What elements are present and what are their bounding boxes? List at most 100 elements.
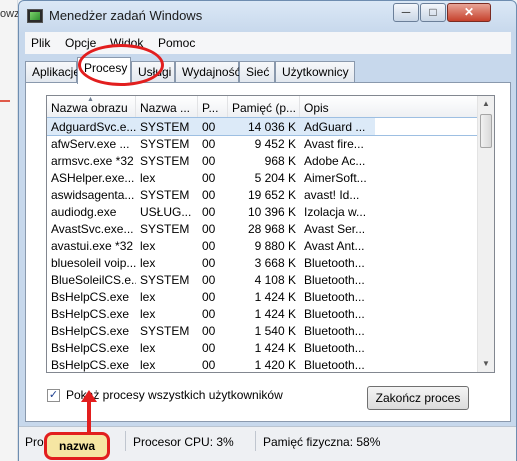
show-all-users-label[interactable]: Pokaż procesy wszystkich użytkowników [66, 388, 283, 402]
cell-memory: 1 424 K [254, 341, 296, 355]
cell-cpu: 00 [202, 171, 216, 185]
cell-image: avastui.exe *32 [51, 239, 134, 253]
table-row[interactable]: AdguardSvc.e... SYSTEM 00 14 036 K AdGua… [47, 117, 479, 136]
cell-user: SYSTEM [136, 118, 198, 135]
column-description[interactable]: Opis [300, 96, 478, 118]
table-row[interactable]: BsHelpCS.exe lex 00 1 424 K Bluetooth... [47, 288, 478, 305]
minimize-button[interactable]: ─ [393, 3, 419, 22]
column-user-name[interactable]: Nazwa ... [136, 96, 198, 118]
cell-image: audiodg.exe [51, 205, 117, 219]
cell-cpu: 00 [202, 273, 216, 287]
table-row[interactable]: armsvc.exe *32 SYSTEM 00 968 K Adobe Ac.… [47, 152, 478, 169]
background-text-fragment: owz [0, 8, 20, 20]
process-table: Nazwa obrazu ▲ Nazwa ... P... Pamięć (p.… [46, 95, 495, 373]
cell-memory: 10 396 K [247, 205, 296, 219]
scroll-up-icon[interactable]: ▲ [478, 96, 494, 112]
tab-strip: Aplikacje Procesy Usługi Wydajność Sieć … [25, 57, 511, 84]
arrow-shaft [87, 400, 91, 436]
callout-label: nazwa [44, 432, 110, 460]
end-process-button[interactable]: Zakończ proces [367, 386, 469, 410]
cell-memory: 1 424 K [254, 290, 296, 304]
cell-description: Bluetooth... [304, 358, 365, 372]
cell-user: SYSTEM [140, 137, 190, 151]
scrollbar-thumb[interactable] [480, 114, 492, 148]
status-cpu: Procesor CPU: 3% [133, 435, 234, 449]
menu-file[interactable]: Plik [31, 36, 50, 50]
cell-description: AdGuard ... [300, 118, 375, 135]
cell-user: SYSTEM [140, 154, 190, 168]
cell-image: armsvc.exe *32 [51, 154, 134, 168]
tab-applications[interactable]: Aplikacje [25, 61, 80, 83]
table-row[interactable]: bluesoleil voip... lex 00 3 668 K Blueto… [47, 254, 478, 271]
show-all-users-checkbox[interactable]: ✓ [47, 389, 60, 402]
cell-image: aswidsagenta... [51, 188, 135, 202]
close-button[interactable]: ✕ [447, 3, 491, 22]
cell-description: Bluetooth... [304, 324, 365, 338]
cell-memory: 14 036 K [228, 118, 300, 135]
cell-user: lex [140, 307, 156, 321]
cell-image: AvastSvc.exe... [51, 222, 134, 236]
tab-performance[interactable]: Wydajność [175, 61, 241, 83]
cell-description: Izolacja w... [304, 205, 367, 219]
scroll-down-icon[interactable]: ▼ [478, 356, 494, 372]
table-row[interactable]: audiodg.exe USŁUG... 00 10 396 K Izolacj… [47, 203, 478, 220]
vertical-scrollbar[interactable]: ▲ ▼ [477, 96, 494, 372]
cell-image: BlueSoleilCS.e... [51, 273, 136, 287]
cell-description: Bluetooth... [304, 290, 365, 304]
table-row[interactable]: afwServ.exe ... SYSTEM 00 9 452 K Avast … [47, 135, 478, 152]
column-memory[interactable]: Pamięć (p... [228, 96, 300, 118]
table-row[interactable]: BsHelpCS.exe SYSTEM 00 1 540 K Bluetooth… [47, 322, 478, 339]
processes-panel: Nazwa obrazu ▲ Nazwa ... P... Pamięć (p.… [25, 82, 511, 422]
title-bar[interactable]: Menedżer zadań Windows ─ □ ✕ [19, 1, 516, 31]
table-row[interactable]: avastui.exe *32 lex 00 9 880 K Avast Ant… [47, 237, 478, 254]
cell-memory: 1 540 K [254, 324, 296, 338]
table-row[interactable]: AvastSvc.exe... SYSTEM 00 28 968 K Avast… [47, 220, 478, 237]
cell-cpu: 00 [202, 188, 216, 202]
cell-memory: 968 K [264, 154, 296, 168]
cell-cpu: 00 [202, 222, 216, 236]
cell-image: BsHelpCS.exe [51, 358, 130, 372]
cell-memory: 19 652 K [247, 188, 296, 202]
tab-users[interactable]: Użytkownicy [275, 61, 355, 83]
cell-memory: 9 452 K [254, 137, 296, 151]
table-row[interactable]: BlueSoleilCS.e... SYSTEM 00 4 108 K Blue… [47, 271, 478, 288]
cell-image: BsHelpCS.exe [51, 341, 130, 355]
table-row[interactable]: aswidsagenta... SYSTEM 00 19 652 K avast… [47, 186, 478, 203]
cell-cpu: 00 [202, 290, 216, 304]
status-divider [255, 431, 256, 451]
cell-memory: 28 968 K [247, 222, 296, 236]
cell-memory: 5 204 K [254, 171, 296, 185]
cell-user: SYSTEM [140, 222, 190, 236]
task-manager-icon [27, 9, 43, 23]
sort-ascending-icon: ▲ [87, 96, 94, 103]
cell-user: USŁUG... [140, 205, 192, 219]
menu-bar: Plik Opcje Widok Pomoc [25, 32, 511, 54]
cell-memory: 9 880 K [254, 239, 296, 253]
tab-network[interactable]: Sieć [239, 61, 275, 83]
cell-user: lex [140, 290, 156, 304]
tab-processes[interactable]: Procesy [77, 57, 131, 84]
cell-image: AdguardSvc.e... [47, 118, 136, 135]
cell-user: lex [140, 239, 156, 253]
background-window-strip: owz [0, 0, 20, 461]
table-row[interactable]: BsHelpCS.exe lex 00 1 424 K Bluetooth... [47, 339, 478, 356]
table-header: Nazwa obrazu ▲ Nazwa ... P... Pamięć (p.… [47, 96, 478, 118]
menu-view[interactable]: Widok [110, 36, 143, 50]
cell-cpu: 00 [202, 358, 216, 372]
menu-help[interactable]: Pomoc [158, 36, 195, 50]
cell-description: Avast Ser... [304, 222, 366, 236]
cell-image: bluesoleil voip... [51, 256, 136, 270]
cell-cpu: 00 [202, 154, 216, 168]
table-row[interactable]: BsHelpCS.exe lex 00 1 424 K Bluetooth... [47, 305, 478, 322]
status-memory: Pamięć fizyczna: 58% [263, 435, 381, 449]
column-cpu[interactable]: P... [198, 96, 228, 118]
cell-user: SYSTEM [140, 188, 190, 202]
cell-cpu: 00 [202, 341, 216, 355]
cell-description: Avast fire... [304, 137, 364, 151]
table-row[interactable]: BsHelpCS.exe lex 00 1 420 K Bluetooth... [47, 356, 478, 372]
cell-memory: 4 108 K [254, 273, 296, 287]
tab-services[interactable]: Usługi [131, 61, 175, 83]
maximize-button[interactable]: □ [420, 3, 446, 22]
table-row[interactable]: ASHelper.exe... lex 00 5 204 K AimerSoft… [47, 169, 478, 186]
menu-options[interactable]: Opcje [65, 36, 96, 50]
